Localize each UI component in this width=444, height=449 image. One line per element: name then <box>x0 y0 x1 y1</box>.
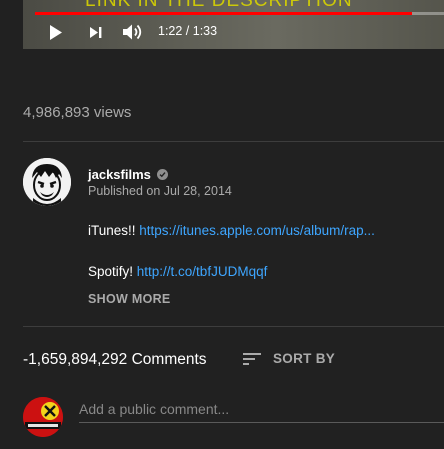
video-frame-caption: LINK IN THE DESCRIPTION <box>85 0 353 11</box>
sort-by-button[interactable]: SORT BY <box>243 351 335 366</box>
comment-count: -1,659,894,292 Comments <box>23 351 207 368</box>
comment-input[interactable] <box>79 397 444 421</box>
view-count: 4,986,893 views <box>23 104 132 121</box>
divider <box>23 326 444 327</box>
user-avatar <box>23 397 63 437</box>
description-line-itunes: iTunes!! https://itunes.apple.com/us/alb… <box>88 223 375 238</box>
player-controls: 1:22 / 1:33 <box>23 18 444 46</box>
channel-avatar[interactable] <box>23 158 71 206</box>
play-button[interactable] <box>48 18 64 46</box>
spotify-link[interactable]: http://t.co/tbfJUDMqqf <box>137 264 268 279</box>
next-button[interactable] <box>89 18 103 46</box>
user-avatar-image <box>23 397 63 437</box>
time-display: 1:22 / 1:33 <box>158 24 218 38</box>
description-text: iTunes!! <box>88 223 140 238</box>
check-circle-icon <box>156 169 168 180</box>
divider <box>23 141 444 142</box>
volume-button[interactable] <box>122 18 144 46</box>
itunes-link[interactable]: https://itunes.apple.com/us/album/rap... <box>139 223 375 238</box>
next-icon <box>90 26 102 38</box>
channel-name[interactable]: jacksfilms <box>88 167 151 182</box>
volume-icon <box>123 24 142 40</box>
play-icon <box>50 24 62 40</box>
sort-by-label: SORT BY <box>273 351 336 366</box>
show-more-button[interactable]: SHOW MORE <box>88 292 171 306</box>
channel-avatar-image <box>23 158 71 206</box>
description-line-spotify: Spotify! http://t.co/tbfJUDMqqf <box>88 264 267 279</box>
progress-fill <box>35 12 412 15</box>
description-text: Spotify! <box>88 264 137 279</box>
progress-bar[interactable] <box>35 12 444 15</box>
channel-name-row: jacksfilms <box>88 167 168 182</box>
comment-input-wrapper <box>79 397 444 423</box>
sort-icon <box>243 352 261 365</box>
video-player[interactable]: LINK IN THE DESCRIPTION 1:22 / 1:33 <box>23 0 444 49</box>
publish-date: Published on Jul 28, 2014 <box>88 184 232 198</box>
